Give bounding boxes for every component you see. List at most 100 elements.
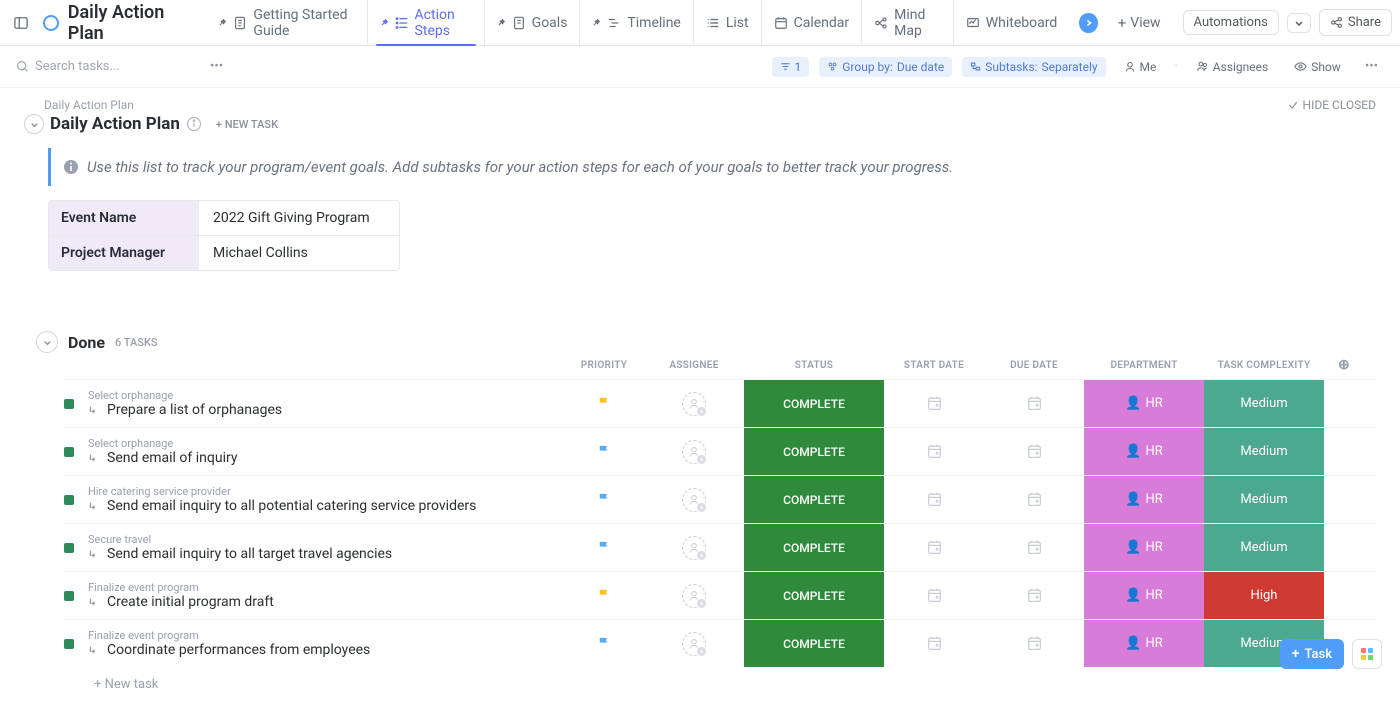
- hide-closed-button[interactable]: HIDE CLOSED: [1287, 98, 1376, 112]
- due-date-cell[interactable]: [984, 620, 1084, 667]
- col-start-date[interactable]: START DATE: [884, 360, 984, 371]
- tab-mind-map[interactable]: Mind Map: [862, 0, 954, 45]
- start-date-cell[interactable]: [884, 572, 984, 619]
- new-task-fab[interactable]: + Task: [1280, 639, 1344, 669]
- priority-cell[interactable]: [564, 476, 644, 523]
- assignee-add[interactable]: +: [682, 488, 706, 512]
- assignee-add[interactable]: +: [682, 392, 706, 416]
- col-priority[interactable]: PRIORITY: [564, 360, 644, 371]
- status-indicator[interactable]: [64, 639, 74, 649]
- status-indicator[interactable]: [64, 591, 74, 601]
- add-column-button[interactable]: ⊕: [1324, 357, 1364, 373]
- status-indicator[interactable]: [64, 447, 74, 457]
- status-cell[interactable]: COMPLETE: [744, 620, 884, 667]
- assignee-add[interactable]: +: [682, 440, 706, 464]
- list-circle-icon[interactable]: [38, 9, 64, 37]
- filter-chip[interactable]: 1: [772, 57, 810, 77]
- due-date-cell[interactable]: [984, 524, 1084, 571]
- search-more-icon[interactable]: •••: [206, 55, 227, 78]
- status-indicator[interactable]: [64, 543, 74, 553]
- tab-timeline[interactable]: Timeline: [580, 0, 693, 45]
- assignees-chip[interactable]: Assignees: [1188, 57, 1276, 77]
- tab-list[interactable]: List: [694, 0, 762, 45]
- new-task-row[interactable]: + New task: [64, 667, 1376, 696]
- task-row[interactable]: Hire catering service provider Send emai…: [64, 475, 1376, 523]
- col-status[interactable]: STATUS: [744, 360, 884, 371]
- start-date-cell[interactable]: [884, 380, 984, 427]
- more-views-button[interactable]: [1079, 13, 1098, 33]
- assignee-cell[interactable]: +: [644, 524, 744, 571]
- assignee-cell[interactable]: +: [644, 428, 744, 475]
- tab-action-steps[interactable]: Action Steps: [368, 0, 485, 45]
- priority-cell[interactable]: [564, 572, 644, 619]
- automations-dropdown[interactable]: [1287, 13, 1311, 33]
- priority-cell[interactable]: [564, 428, 644, 475]
- task-row[interactable]: Select orphanage Send email of inquiry +…: [64, 427, 1376, 475]
- due-date-cell[interactable]: [984, 428, 1084, 475]
- status-indicator[interactable]: [64, 399, 74, 409]
- group-by-chip[interactable]: Group by: Due date: [819, 57, 952, 77]
- department-cell[interactable]: 👤HR: [1084, 428, 1204, 475]
- complexity-cell[interactable]: Medium: [1204, 524, 1324, 571]
- apps-fab[interactable]: [1352, 639, 1382, 669]
- info-icon[interactable]: [186, 116, 202, 132]
- start-date-cell[interactable]: [884, 428, 984, 475]
- assignee-add[interactable]: +: [682, 536, 706, 560]
- task-row[interactable]: Secure travel Send email inquiry to all …: [64, 523, 1376, 571]
- tab-goals[interactable]: Goals: [485, 0, 581, 45]
- assignee-cell[interactable]: +: [644, 476, 744, 523]
- complexity-cell[interactable]: Medium: [1204, 380, 1324, 427]
- show-chip[interactable]: Show: [1286, 57, 1349, 77]
- col-assignee[interactable]: ASSIGNEE: [644, 360, 744, 371]
- complexity-cell[interactable]: Medium: [1204, 428, 1324, 475]
- list-collapse-button[interactable]: [24, 114, 44, 134]
- task-name-cell[interactable]: Secure travel Send email inquiry to all …: [64, 524, 564, 571]
- department-cell[interactable]: 👤HR: [1084, 380, 1204, 427]
- tab-getting-started[interactable]: Getting Started Guide: [206, 0, 367, 45]
- add-view-button[interactable]: +View: [1108, 14, 1171, 32]
- complexity-cell[interactable]: Medium: [1204, 476, 1324, 523]
- due-date-cell[interactable]: [984, 572, 1084, 619]
- assignee-cell[interactable]: +: [644, 620, 744, 667]
- department-cell[interactable]: 👤HR: [1084, 620, 1204, 667]
- status-cell[interactable]: COMPLETE: [744, 572, 884, 619]
- start-date-cell[interactable]: [884, 524, 984, 571]
- status-cell[interactable]: COMPLETE: [744, 476, 884, 523]
- department-cell[interactable]: 👤HR: [1084, 572, 1204, 619]
- col-complexity[interactable]: TASK COMPLEXITY: [1204, 360, 1324, 371]
- department-cell[interactable]: 👤HR: [1084, 524, 1204, 571]
- priority-cell[interactable]: [564, 524, 644, 571]
- priority-cell[interactable]: [564, 620, 644, 667]
- task-name-cell[interactable]: Finalize event program Coordinate perfor…: [64, 620, 564, 667]
- task-name-cell[interactable]: Finalize event program Create initial pr…: [64, 572, 564, 619]
- priority-cell[interactable]: [564, 380, 644, 427]
- search-input[interactable]: Search tasks...: [16, 59, 196, 74]
- task-name-cell[interactable]: Select orphanage Prepare a list of orpha…: [64, 380, 564, 427]
- task-name-cell[interactable]: Hire catering service provider Send emai…: [64, 476, 564, 523]
- automations-button[interactable]: Automations: [1183, 10, 1279, 35]
- sidebar-toggle-icon[interactable]: [8, 9, 34, 37]
- start-date-cell[interactable]: [884, 476, 984, 523]
- task-row[interactable]: Select orphanage Prepare a list of orpha…: [64, 379, 1376, 427]
- task-row[interactable]: Finalize event program Coordinate perfor…: [64, 619, 1376, 667]
- assignee-cell[interactable]: +: [644, 572, 744, 619]
- tab-calendar[interactable]: Calendar: [762, 0, 863, 45]
- assignee-cell[interactable]: +: [644, 380, 744, 427]
- toolbar-more-icon[interactable]: •••: [1359, 55, 1384, 78]
- complexity-cell[interactable]: High: [1204, 572, 1324, 619]
- tab-whiteboard[interactable]: Whiteboard: [954, 0, 1070, 45]
- me-chip[interactable]: Me: [1116, 57, 1165, 77]
- status-indicator[interactable]: [64, 495, 74, 505]
- subtasks-chip[interactable]: Subtasks: Separately: [962, 57, 1105, 77]
- task-row[interactable]: Finalize event program Create initial pr…: [64, 571, 1376, 619]
- col-due-date[interactable]: DUE DATE: [984, 360, 1084, 371]
- task-name-cell[interactable]: Select orphanage Send email of inquiry: [64, 428, 564, 475]
- group-collapse-button[interactable]: [36, 331, 58, 353]
- due-date-cell[interactable]: [984, 380, 1084, 427]
- col-department[interactable]: DEPARTMENT: [1084, 360, 1204, 371]
- due-date-cell[interactable]: [984, 476, 1084, 523]
- status-cell[interactable]: COMPLETE: [744, 524, 884, 571]
- department-cell[interactable]: 👤HR: [1084, 476, 1204, 523]
- assignee-add[interactable]: +: [682, 584, 706, 608]
- new-task-header-button[interactable]: + NEW TASK: [216, 118, 278, 131]
